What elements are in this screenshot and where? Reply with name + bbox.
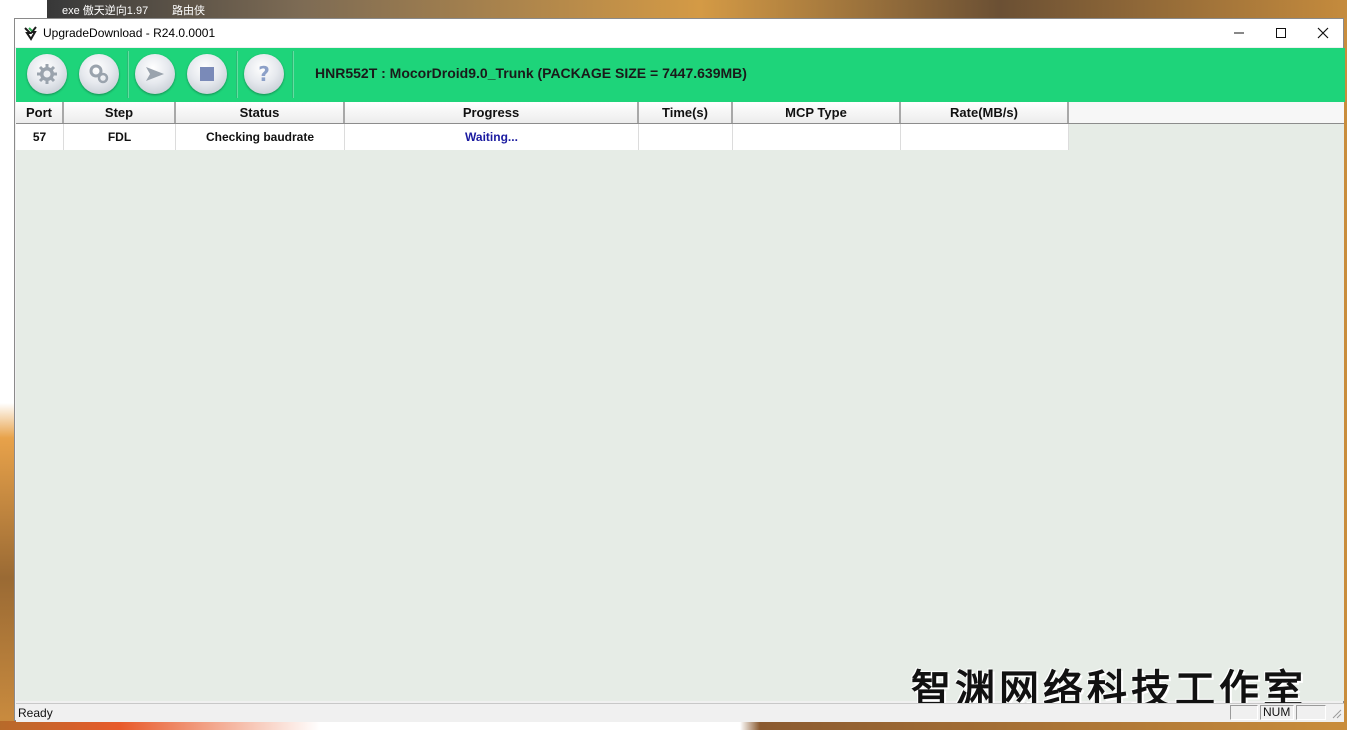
cell-status: Checking baudrate [176,124,345,150]
stop-button[interactable] [187,54,227,94]
desktop-top-strip: exe 傲天逆向1.97 路由侠 [0,0,1347,18]
options-button[interactable] [79,54,119,94]
cell-step: FDL [64,124,176,150]
minimize-icon [1234,32,1244,34]
column-header-status[interactable]: Status [176,102,345,123]
maximize-icon [1276,28,1286,38]
start-download-button[interactable] [135,54,175,94]
cell-progress: Waiting... [345,124,639,150]
port-list-view[interactable]: Port Step Status Progress Time(s) MCP Ty… [16,102,1344,713]
settings-button[interactable] [27,54,67,94]
column-header-port[interactable]: Port [16,102,64,123]
column-header-mcp-type[interactable]: MCP Type [733,102,901,123]
window-title: UpgradeDownload - R24.0.0001 [43,26,216,40]
cell-mcp-type [733,124,901,150]
desktop-blank-area [0,0,47,18]
help-button[interactable]: ? [244,54,284,94]
desktop-bottom-strip [0,721,1347,730]
toolbar: ? HNR552T : MocorDroid9.0_Trunk (PACKAGE… [16,48,1345,102]
cell-port: 57 [16,124,64,150]
close-button[interactable] [1302,19,1344,47]
svg-text:?: ? [258,62,270,86]
cell-rate [901,124,1069,150]
cell-time [639,124,733,150]
list-header: Port Step Status Progress Time(s) MCP Ty… [16,102,1344,124]
close-icon [1317,27,1329,39]
toolbar-separator [127,51,129,98]
status-panel-num: NUM [1260,705,1294,720]
status-panel-scroll [1296,705,1326,720]
desktop-taskbar-label[interactable]: exe 傲天逆向1.97 [62,2,148,18]
resize-grip-icon[interactable] [1330,707,1342,719]
help-icon: ? [258,62,270,86]
title-bar[interactable]: UpgradeDownload - R24.0.0001 [15,19,1343,47]
upgrade-download-window: UpgradeDownload - R24.0.0001 ? HNR552T:… [14,18,1345,722]
app-icon [23,25,39,41]
package-info: HNR552T : MocorDroid9.0_Trunk (PACKAGE S… [315,65,747,81]
toolbar-separator [236,51,238,98]
maximize-button[interactable] [1260,19,1302,47]
column-header-step[interactable]: Step [64,102,176,123]
play-arrow-icon [146,67,164,81]
column-header-progress[interactable]: Progress [345,102,639,123]
column-header-rate[interactable]: Rate(MB/s) [901,102,1069,123]
column-header-time[interactable]: Time(s) [639,102,733,123]
gear-icon [37,64,57,84]
status-bar: Ready NUM [16,703,1344,722]
status-text: Ready [18,706,53,720]
minimize-button[interactable] [1218,19,1260,47]
status-panel-caps [1230,705,1258,720]
table-row[interactable]: 57 FDL Checking baudrate Waiting... [16,124,1069,150]
desktop-left-strip [0,18,15,730]
desktop-taskbar-label[interactable]: 路由侠 [172,2,205,18]
gears-icon [89,64,109,84]
toolbar-separator [292,51,294,98]
stop-icon [200,67,214,81]
